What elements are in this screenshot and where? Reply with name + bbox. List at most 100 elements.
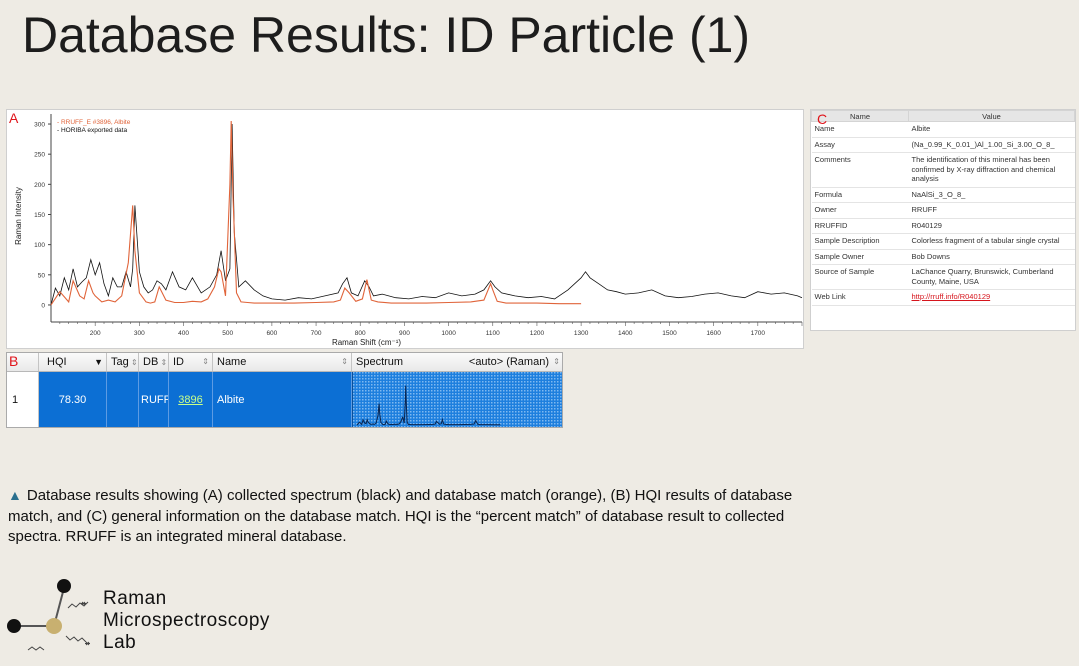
info-key: Source of Sample — [811, 264, 909, 290]
header-name[interactable]: Name ⇕ — [213, 353, 352, 371]
info-key: Sample Owner — [811, 249, 909, 265]
info-row: RRUFFID R040129 — [811, 218, 1075, 234]
y-tick-label: 200 — [34, 182, 45, 189]
x-tick-label: 1300 — [574, 330, 589, 337]
info-row: Source of Sample LaChance Quarry, Brunswi… — [811, 264, 1075, 290]
lab-name-line1: Raman — [103, 588, 167, 609]
x-tick-label: 1700 — [751, 330, 766, 337]
info-row: Sample Owner Bob Downs — [811, 249, 1075, 265]
x-tick-label: 1400 — [618, 330, 633, 337]
lab-name: Raman Microspectroscopy Lab — [103, 588, 270, 654]
x-tick-label: 400 — [178, 330, 189, 337]
info-value: LaChance Quarry, Brunswick, Cumberland C… — [908, 264, 1075, 290]
y-tick-label: 150 — [34, 212, 45, 219]
table-row[interactable]: 1 78.30 RUFF_ 3896 Albite — [7, 372, 562, 427]
info-value: R040129 — [908, 218, 1075, 234]
info-key: Assay — [811, 137, 909, 153]
info-value: Bob Downs — [908, 249, 1075, 265]
info-value: RRUFF — [908, 202, 1075, 219]
y-tick-label: 100 — [34, 242, 45, 249]
x-tick-label: 300 — [134, 330, 145, 337]
info-row: Web Link http://rruff.info/R040129 — [811, 289, 1075, 306]
name-cell[interactable]: Albite — [213, 372, 352, 427]
results-header: HQI ▼ Tag ⇕ DB ⇕ ID ⇕ Name ⇕ Spectrum <aut… — [7, 353, 562, 372]
lab-name-line2: Microspectroscopy — [103, 610, 270, 631]
spectrum-mode-dropdown[interactable]: <auto> (Raman) — [469, 353, 549, 371]
info-row: Sample Description Colorless fragment of … — [811, 233, 1075, 250]
info-key: Sample Description — [811, 233, 909, 250]
database-series-line — [50, 120, 582, 306]
x-tick-label: 1200 — [530, 330, 545, 337]
header-spectrum[interactable]: Spectrum <auto> (Raman) ⇕ — [352, 353, 562, 371]
sort-desc-icon[interactable]: ▼ — [94, 353, 103, 371]
thumbnail-background — [353, 372, 562, 427]
spectrum-thumbnail-cell[interactable] — [352, 372, 562, 427]
info-value: http://rruff.info/R040129 — [908, 289, 1075, 306]
legend-database: - RRUFF_E #3896, Albite — [57, 119, 131, 126]
row-index: 1 — [7, 372, 39, 427]
spectrum-chart: 300250200150100500200 300 400 500 600 700 800 9… — [14, 114, 803, 347]
x-tick-label: 600 — [266, 330, 277, 337]
sort-icon: ⇕ — [202, 357, 209, 366]
y-tick-label: 0 — [41, 302, 45, 309]
spectrum-chart-panel: 300 250 200 150 100 50 0 200 300 400 500 600 700 800 9… — [6, 109, 804, 349]
triangle-bullet-icon: ▲ — [8, 487, 22, 503]
tag-cell[interactable] — [107, 372, 139, 427]
sort-icon: ⇕ — [128, 358, 138, 367]
lab-name-line3: Lab — [103, 632, 137, 653]
info-table: Name Value Name Albite Assay (Na_0.99_K_0.0… — [811, 110, 1075, 306]
info-key: Comments — [811, 152, 909, 188]
x-tick-label: 800 — [355, 330, 366, 337]
y-tick-label: 50 — [38, 272, 46, 279]
info-row: Formula NaAlSi_3_O_8_ — [811, 187, 1075, 203]
info-value: Albite — [908, 121, 1075, 138]
results-grid: HQI ▼ Tag ⇕ DB ⇕ ID ⇕ Name ⇕ Spectrum <aut… — [6, 352, 563, 428]
x-tick-label: 500 — [222, 330, 233, 337]
x-tick-label: 900 — [399, 330, 410, 337]
x-tick-label: 1500 — [662, 330, 677, 337]
legend-collected: - HORIBA exported data — [57, 127, 127, 134]
info-value: (Na_0.99_K_0.01_)Al_1.00_Si_3.00_O_8_ — [908, 137, 1075, 153]
x-axis-label: Raman Shift (cm⁻¹) — [332, 338, 401, 347]
info-row: Comments The identification of this miner… — [811, 152, 1075, 188]
x-tick-label: 200 — [90, 330, 101, 337]
header-id-label: ID — [173, 356, 184, 368]
info-row: Owner RRUFF — [811, 202, 1075, 219]
info-key: RRUFFID — [811, 218, 909, 234]
info-key: Owner — [811, 202, 909, 219]
x-tick-label: 700 — [311, 330, 322, 337]
id-cell[interactable]: 3896 — [169, 372, 213, 427]
y-axis-label: Raman Intensity — [14, 187, 23, 245]
spectrum-thumbnail — [353, 372, 562, 427]
header-db[interactable]: DB ⇕ — [139, 353, 169, 371]
header-name-label: Name — [217, 356, 247, 368]
info-row: Name Albite — [811, 121, 1075, 138]
info-value: NaAlSi_3_O_8_ — [908, 187, 1075, 203]
header-tag-label: Tag — [111, 356, 129, 368]
hqi-cell[interactable]: 78.30 — [39, 372, 107, 427]
info-value: The identification of this mineral has b… — [908, 152, 1075, 188]
x-tick-label: 1000 — [441, 330, 456, 337]
db-cell[interactable]: RUFF_ — [139, 372, 169, 427]
info-header-value[interactable]: Value — [908, 110, 1075, 122]
info-value: Colorless fragment of a tabular single c… — [908, 233, 1075, 250]
id-link[interactable]: 3896 — [178, 394, 202, 406]
collected-series-line — [50, 123, 803, 306]
header-tag[interactable]: Tag ⇕ — [107, 353, 139, 371]
y-tick-label: 250 — [34, 152, 45, 159]
header-spectrum-label: Spectrum — [356, 356, 404, 368]
slide-title: Database Results: ID Particle (1) — [22, 7, 751, 63]
header-hqi[interactable]: HQI ▼ — [39, 353, 107, 371]
panel-c-letter: C — [817, 111, 828, 127]
panel-a-letter: A — [9, 110, 19, 126]
web-link[interactable]: http://rruff.info/R040129 — [912, 292, 991, 301]
header-id[interactable]: ID ⇕ — [169, 353, 213, 371]
x-tick-label: 1600 — [706, 330, 721, 337]
x-tick-label: 1100 — [486, 330, 500, 337]
info-key: Formula — [811, 187, 909, 203]
info-row: Assay (Na_0.99_K_0.01_)Al_1.00_Si_3.00_O_… — [811, 137, 1075, 153]
header-hqi-label: HQI — [47, 356, 67, 368]
sort-icon: ⇕ — [341, 357, 348, 366]
header-db-label: DB — [143, 356, 159, 368]
info-key: Web Link — [811, 289, 909, 306]
